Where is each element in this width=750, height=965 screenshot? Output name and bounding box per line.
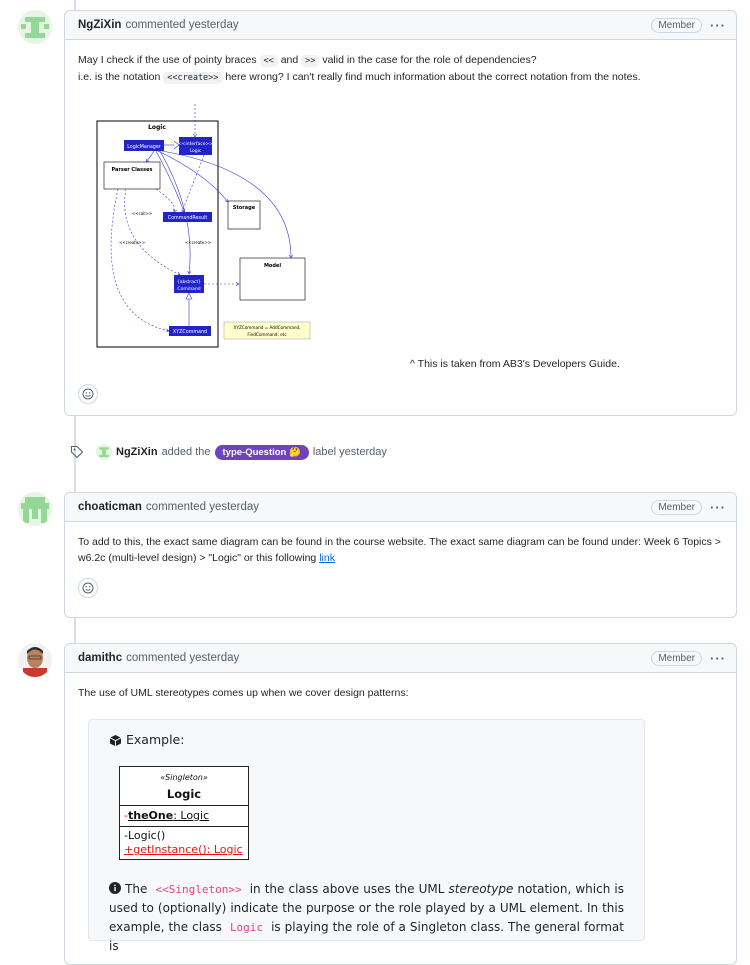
smiley-icon[interactable]: [78, 578, 98, 598]
comment-action: commented yesterday: [126, 652, 240, 664]
event-suffix: label yesterday: [312, 446, 387, 458]
tag-icon: [70, 445, 84, 459]
smiley-icon[interactable]: [78, 384, 98, 404]
svg-text:CommandResult: CommandResult: [168, 215, 208, 221]
cube-icon: [109, 734, 122, 747]
uml-get-instance: +getInstance(): Logic: [124, 843, 243, 856]
comment-card: choaticman commented yesterday Member ··…: [64, 492, 737, 618]
svg-text:Parser Classes: Parser Classes: [111, 167, 152, 173]
diagram-caption: ^ This is taken from AB3's Developers Gu…: [410, 358, 620, 370]
svg-text:LogicManager: LogicManager: [127, 144, 161, 150]
avatar[interactable]: [18, 643, 52, 677]
kebab-icon[interactable]: ···: [710, 500, 726, 515]
svg-text:<<create>>: <<create>>: [185, 240, 211, 245]
label-type-question[interactable]: type-Question 🤔: [214, 444, 309, 460]
thinking-emoji-icon: 🤔: [289, 446, 301, 458]
svg-text:<<create>>: <<create>>: [119, 240, 145, 245]
svg-text:XYZCommand: XYZCommand: [173, 329, 207, 335]
comment-card: damithc commented yesterday Member ··· T…: [64, 643, 737, 965]
comment-header: NgZiXin commented yesterday Member ···: [65, 11, 736, 40]
comment-body: To add to this, the exact same diagram c…: [65, 522, 736, 610]
member-badge: Member: [651, 17, 702, 33]
kebab-icon[interactable]: ···: [710, 651, 726, 666]
svg-text:<<interface>>: <<interface>>: [178, 141, 213, 147]
example-box: Example: «Singleton» Logic -theOne: Logi…: [88, 719, 645, 953]
comment-author[interactable]: damithc: [78, 652, 122, 664]
course-link[interactable]: link: [319, 552, 335, 564]
comment-action: commented yesterday: [145, 501, 260, 513]
comment-text: To add to this, the exact same diagram c…: [78, 536, 721, 564]
uml-constructor: -Logic(): [124, 829, 166, 842]
comment-header: choaticman commented yesterday Member ··…: [65, 493, 736, 522]
uml-stereotype: «Singleton»: [160, 773, 208, 782]
comment-body: The use of UML stereotypes comes up when…: [65, 673, 736, 953]
comment-author[interactable]: NgZiXin: [78, 19, 121, 31]
svg-text:FindCommand, etc: FindCommand, etc: [247, 332, 287, 337]
svg-text:Logic: Logic: [148, 124, 166, 131]
svg-text:{abstract}: {abstract}: [177, 279, 201, 285]
avatar[interactable]: [18, 492, 52, 526]
comment-action: commented yesterday: [125, 19, 239, 31]
member-badge: Member: [651, 650, 702, 666]
singleton-uml-box: «Singleton» Logic -theOne: Logic -Logic(…: [119, 766, 249, 860]
event-avatar[interactable]: [96, 444, 112, 460]
avatar[interactable]: [18, 10, 52, 44]
svg-text:Logic: Logic: [190, 148, 202, 154]
svg-text:Model: Model: [264, 263, 281, 269]
label-event: NgZiXin added the type-Question 🤔 label …: [70, 444, 387, 460]
svg-text:<<call>>: <<call>>: [132, 211, 152, 216]
diagram-area: Logic LogicManager <<interface>> Logic P…: [78, 86, 723, 378]
comment-text: May I check if the use of pointy braces …: [78, 54, 641, 84]
uml-attr-name: theOne: [127, 809, 174, 822]
example-heading: Example:: [109, 732, 184, 748]
comment-header: damithc commented yesterday Member ···: [65, 644, 736, 673]
comment-author[interactable]: choaticman: [78, 501, 142, 513]
comment-body: May I check if the use of pointy braces …: [65, 40, 736, 416]
member-badge: Member: [651, 499, 702, 515]
uml-attr-type: : Logic: [173, 809, 210, 822]
event-actor[interactable]: NgZiXin: [116, 446, 158, 458]
uml-class-name: Logic: [166, 787, 202, 801]
event-verb: added the: [161, 446, 211, 458]
comment-card: NgZiXin commented yesterday Member ··· M…: [64, 10, 737, 416]
comment-text: The use of UML stereotypes comes up when…: [78, 687, 409, 699]
logic-class-diagram: Logic LogicManager <<interface>> Logic P…: [96, 104, 311, 348]
svg-text:XYZCommand = AddCommand,: XYZCommand = AddCommand,: [234, 325, 301, 330]
example-paragraph: The <<Singleton>> in the class above use…: [109, 882, 624, 953]
info-icon: [109, 882, 121, 894]
kebab-icon[interactable]: ···: [710, 18, 726, 33]
svg-text:Storage: Storage: [233, 205, 256, 211]
svg-text:Command: Command: [177, 286, 200, 292]
